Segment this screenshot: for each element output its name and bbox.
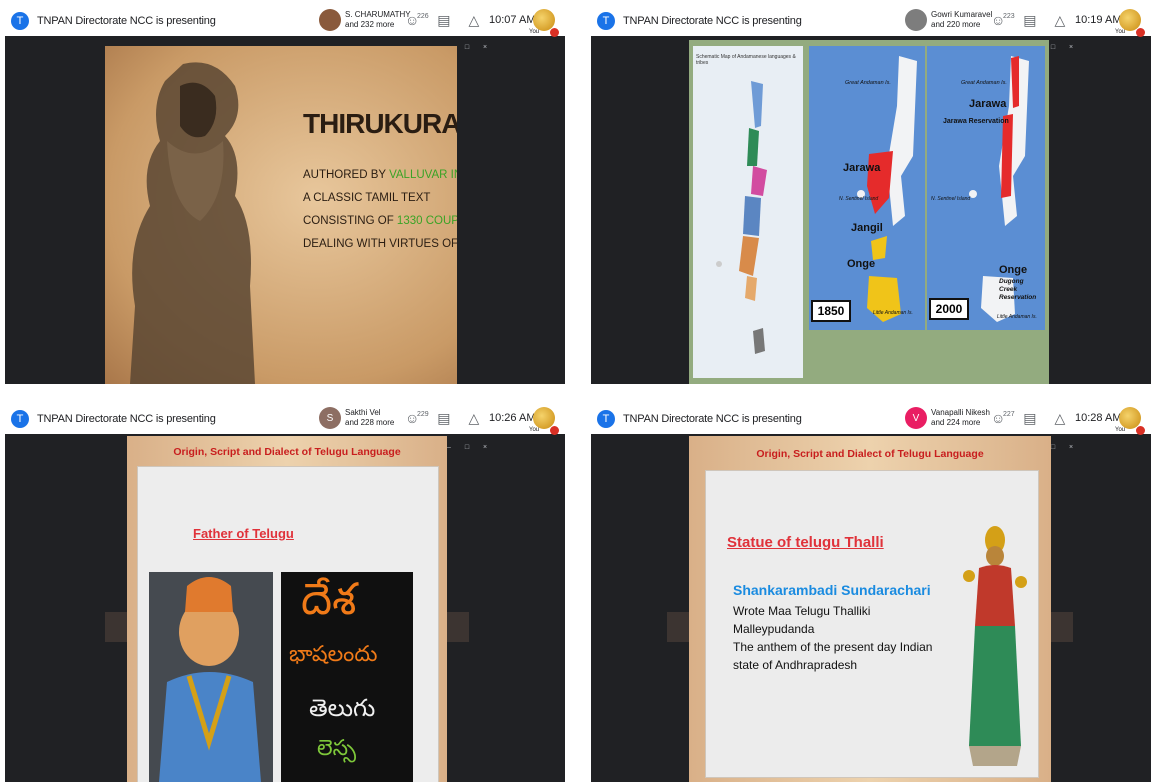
presenting-label: TNPAN Directorate NCC is presenting (37, 15, 216, 27)
people-icon[interactable]: ☺ 223 (991, 12, 1015, 28)
participant-name: Vanapalli Nikesh (931, 408, 990, 417)
slide-line-3: CONSISTING OF 1330 COUPLETS (303, 215, 457, 227)
presenting-label: TNPAN Directorate NCC is presenting (37, 413, 216, 425)
participant-more: and 232 more (345, 20, 395, 29)
telugu-thalli-statue (963, 526, 1027, 766)
telugu-calligraphy-image: దేశ భాషలందు తెలుగు లెస్స (281, 572, 413, 782)
islands-1850 (857, 56, 917, 322)
slide-header: Origin, Script and Dialect of Telugu Lan… (173, 446, 401, 458)
chat-icon[interactable]: ▤ (1023, 12, 1036, 28)
participant-chip[interactable]: Gowri Kumaravel and 220 more (905, 9, 992, 31)
self-view[interactable]: You (1115, 407, 1145, 435)
participant-avatar (905, 9, 927, 31)
people-icon[interactable]: ☺ 226 (405, 12, 429, 28)
chat-icon[interactable]: ▤ (437, 12, 450, 28)
slide-body: Wrote Maa Telugu Thalliki Malleypudanda … (733, 604, 933, 672)
self-view[interactable]: You (1115, 9, 1145, 37)
chat-icon[interactable]: ▤ (437, 410, 450, 426)
andaman-schematic-map (716, 81, 767, 354)
activities-icon[interactable]: △ (1055, 12, 1066, 28)
presenter-initial-avatar: T (11, 12, 29, 30)
notification-badge (550, 426, 559, 435)
activities-icon[interactable]: △ (469, 12, 480, 28)
meet-top-bar: T TNPAN Directorate NCC is presenting Go… (591, 6, 1151, 37)
slide-header: Origin, Script and Dialect of Telugu Lan… (756, 448, 984, 460)
slide-father-of-telugu: Origin, Script and Dialect of Telugu Lan… (127, 436, 447, 782)
map-panel-title: Schematic Map of Andamanese languages & … (696, 54, 796, 66)
participant-name: Gowri Kumaravel (931, 10, 993, 19)
participant-avatar (319, 9, 341, 31)
slide-line-2: A CLASSIC TAMIL TEXT (303, 192, 431, 204)
map-1850: Great Andaman Is. Jarawa N. Sentinel Isl… (809, 46, 925, 330)
video-tile-3: T TNPAN Directorate NCC is presenting S … (5, 404, 565, 782)
slide-nav-left[interactable] (667, 612, 689, 642)
meet-top-bar: T TNPAN Directorate NCC is presenting S … (5, 404, 565, 435)
slide-line-1: AUTHORED BY VALLUVAR IN 300 BCE (303, 169, 457, 181)
presenter-initial-avatar: T (597, 410, 615, 428)
activities-icon[interactable]: △ (1055, 410, 1066, 426)
slide-thirukural: THIRUKURAL AUTHORED BY VALLUVAR IN 300 B… (105, 46, 457, 384)
map-2000: Great Andaman Is. Jarawa Jarawa Reservat… (927, 46, 1045, 330)
slide-subtitle: Father of Telugu (193, 526, 294, 541)
people-icon[interactable]: ☺ 229 (405, 410, 429, 426)
slide-telugu-thalli: Origin, Script and Dialect of Telugu Lan… (689, 436, 1051, 782)
year-label-2000: 2000 (929, 298, 969, 320)
slide-line-4: DEALING WITH VIRTUES OF INDIVIDUALS. (303, 238, 457, 250)
participant-avatar: S (319, 407, 341, 429)
meet-top-bar: T TNPAN Directorate NCC is presenting V … (591, 404, 1151, 435)
schematic-map-panel: Schematic Map of Andamanese languages & … (693, 46, 803, 378)
krishnadevaraya-portrait (149, 572, 273, 782)
presenting-label: TNPAN Directorate NCC is presenting (623, 15, 802, 27)
video-tile-4: T TNPAN Directorate NCC is presenting V … (591, 404, 1151, 782)
self-view[interactable]: You (529, 407, 559, 435)
slide-subtitle: Statue of telugu Thalli (727, 534, 884, 551)
slide-nav-left[interactable] (105, 612, 127, 642)
notification-badge (1136, 28, 1145, 37)
slide-nav-right[interactable] (1051, 612, 1073, 642)
slide-andaman-map: Schematic Map of Andamanese languages & … (689, 40, 1049, 384)
self-view[interactable]: You (529, 9, 559, 37)
participant-name: Sakthi Vel (345, 408, 381, 417)
presenter-initial-avatar: T (11, 410, 29, 428)
participant-more: and 228 more (345, 418, 395, 427)
valluvar-statue-image (130, 62, 255, 384)
video-tile-1: T TNPAN Directorate NCC is presenting S.… (5, 6, 565, 384)
slide-nav-right[interactable] (447, 612, 469, 642)
participant-chip[interactable]: S. CHARUMATHY and 232 more (319, 9, 411, 31)
presenter-initial-avatar: T (597, 12, 615, 30)
slide-title: THIRUKURAL (303, 108, 457, 139)
notification-badge (1136, 426, 1145, 435)
participant-chip[interactable]: S Sakthi Vel and 228 more (319, 407, 394, 429)
chat-icon[interactable]: ▤ (1023, 410, 1036, 426)
participant-chip[interactable]: V Vanapalli Nikesh and 224 more (905, 407, 990, 429)
presenting-label: TNPAN Directorate NCC is presenting (623, 413, 802, 425)
people-icon[interactable]: ☺ 227 (991, 410, 1015, 426)
video-tile-2: T TNPAN Directorate NCC is presenting Go… (591, 6, 1151, 384)
notification-badge (550, 28, 559, 37)
meet-top-bar: T TNPAN Directorate NCC is presenting S.… (5, 6, 565, 37)
participant-avatar: V (905, 407, 927, 429)
activities-icon[interactable]: △ (469, 410, 480, 426)
window-controls[interactable]: – □ × (447, 444, 493, 451)
year-label-1850: 1850 (811, 300, 851, 322)
author-name: Shankarambadi Sundarachari (733, 582, 931, 598)
participant-name: S. CHARUMATHY (345, 10, 411, 19)
participant-more: and 224 more (931, 418, 981, 427)
participant-more: and 220 more (931, 20, 981, 29)
